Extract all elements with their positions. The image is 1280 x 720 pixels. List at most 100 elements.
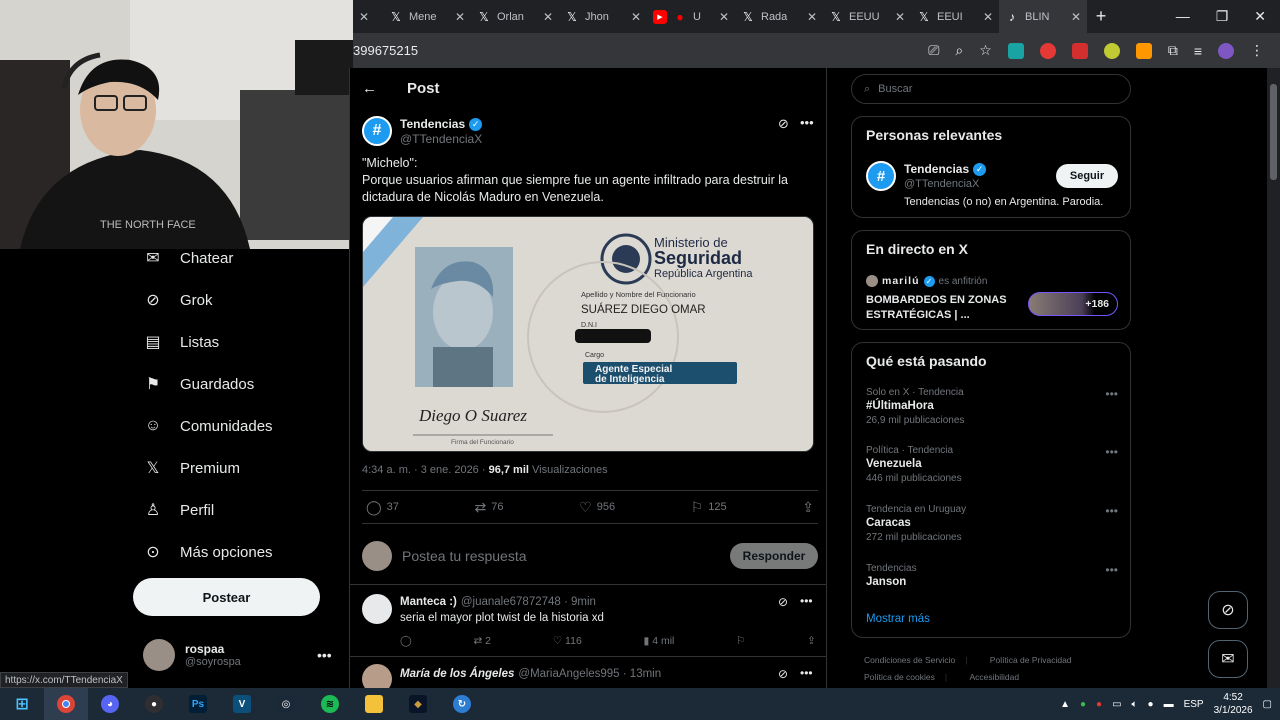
close-tab-icon[interactable]: ✕ (983, 10, 993, 24)
extension-icon[interactable] (1007, 42, 1024, 59)
footer-link[interactable]: Accesibilidad (969, 672, 1019, 682)
more-icon[interactable]: ••• (1105, 445, 1118, 459)
browser-tab[interactable]: 𝕏 Mene ✕ (383, 0, 471, 33)
more-icon[interactable]: ••• (800, 115, 814, 130)
extension-icon[interactable] (1103, 42, 1120, 59)
taskbar-chrome[interactable] (44, 688, 88, 720)
extension-icon[interactable] (1039, 42, 1056, 59)
taskbar-launcher[interactable]: ↻ (440, 688, 484, 720)
reply-avatar[interactable] (362, 664, 392, 688)
close-tab-icon[interactable]: ✕ (807, 10, 817, 24)
reply-submit-button[interactable]: Responder (730, 543, 818, 569)
close-tab-icon[interactable]: ✕ (543, 10, 553, 24)
repost-button[interactable]: ⇄ 2 (473, 635, 491, 647)
browser-tab[interactable]: ▶ ● U ✕ (647, 0, 735, 33)
language-indicator[interactable]: ESP (1184, 699, 1204, 710)
browser-tab[interactable]: 𝕏 EEUU ✕ (823, 0, 911, 33)
trend-item[interactable]: Solo en X · Tendencia #ÚltimaHora 26,9 m… (866, 387, 1118, 426)
show-more-link[interactable]: Mostrar más (866, 613, 930, 625)
clock[interactable]: 4:52 3/1/2026 (1214, 691, 1253, 717)
close-tab-icon[interactable]: ✕ (1071, 10, 1081, 24)
taskbar-obs[interactable]: ● (132, 688, 176, 720)
nav-item-grok[interactable]: ⊘ Grok (144, 291, 212, 310)
reply-author-handle[interactable]: @MariaAngeles995 · 13min (518, 668, 661, 680)
nav-item-bookmarks[interactable]: ⚑ Guardados (144, 375, 254, 394)
author-avatar[interactable]: # (362, 116, 392, 146)
footer-link[interactable]: Política de cookies (864, 672, 935, 682)
more-icon[interactable]: ••• (1105, 563, 1118, 577)
browser-tab[interactable]: 𝕏 Rada ✕ (735, 0, 823, 33)
tweet-image[interactable]: Ministerio de Seguridad República Argent… (362, 216, 814, 452)
taskbar-spotify[interactable]: ≋ (308, 688, 352, 720)
reply-author-name[interactable]: Manteca :) (400, 596, 457, 608)
nav-item-chat[interactable]: ✉ Chatear (144, 249, 233, 268)
like-button[interactable]: ♡ 116 (553, 635, 582, 647)
reply-button[interactable]: ◯ 37 (366, 499, 399, 516)
browser-tab[interactable]: 𝕏 Jhon ✕ (559, 0, 647, 33)
reply-author-handle[interactable]: @juanale67872748 · 9min (461, 596, 596, 608)
battery-icon[interactable]: ▬ (1164, 699, 1174, 710)
taskbar-steam[interactable]: ◎ (264, 688, 308, 720)
repost-button[interactable]: ⇄ 76 (475, 499, 504, 516)
chevron-up-icon[interactable]: ▲ (1060, 699, 1070, 710)
tweet-timestamp[interactable]: 4:34 a. m. · 3 ene. 2026 · (362, 464, 486, 476)
volume-icon[interactable]: 🔈︎ (1132, 699, 1138, 710)
browser-tab[interactable]: 𝕏 EEUI ✕ (911, 0, 999, 33)
close-tab-icon[interactable]: ✕ (719, 10, 729, 24)
live-host[interactable]: marilú ✓ es anfitrión (866, 275, 987, 287)
scrollbar-thumb[interactable] (1270, 84, 1277, 180)
reply-avatar[interactable] (362, 594, 392, 624)
reply-author-name[interactable]: María de los Ángeles (400, 668, 514, 680)
bookmark-button[interactable]: ⚐ 125 (691, 499, 727, 516)
author-name[interactable]: Tendencias ✓ (400, 117, 483, 131)
nav-item-profile[interactable]: ♙ Perfil (144, 501, 214, 520)
grok-icon[interactable]: ⊘ (778, 667, 788, 681)
bookmark-button[interactable]: ⚐ (736, 635, 745, 647)
url-field[interactable]: 399675215 (353, 43, 418, 58)
browser-tab[interactable]: 𝕏 Orlan ✕ (471, 0, 559, 33)
post-button[interactable]: Postear (133, 578, 320, 616)
more-icon[interactable]: ••• (800, 666, 813, 680)
cast-icon[interactable]: ⎚ (928, 42, 939, 59)
grok-fab-button[interactable]: ⊘ (1208, 591, 1248, 629)
reply-button[interactable]: ◯ (400, 635, 412, 647)
relevant-name[interactable]: Tendencias ✓ (904, 162, 987, 176)
views-button[interactable]: ▮ 4 mil (643, 635, 674, 647)
taskbar-vegas[interactable]: V (220, 688, 264, 720)
network-icon[interactable]: ▭ (1112, 699, 1121, 710)
browser-tab[interactable]: ✕ (353, 0, 383, 33)
puzzle-icon[interactable]: ⧉ (1168, 42, 1178, 59)
menu-icon[interactable]: ⋮ (1250, 42, 1264, 59)
taskbar-discord[interactable]: ◕ (88, 688, 132, 720)
browser-tab-active[interactable]: ♪ BLIN ✕ (999, 0, 1087, 33)
nav-item-communities[interactable]: ☺ Comunidades (144, 417, 273, 435)
more-icon[interactable]: ••• (1105, 387, 1118, 401)
new-tab-button[interactable]: + (1087, 6, 1115, 27)
more-icon[interactable]: ••• (317, 647, 332, 663)
close-tab-icon[interactable]: ✕ (631, 10, 641, 24)
nav-item-more[interactable]: ⊙ Más opciones (144, 543, 272, 562)
more-icon[interactable]: ••• (800, 594, 813, 608)
relevant-handle[interactable]: @TTendenciaX (904, 178, 979, 190)
reply-input[interactable]: Postea tu respuesta (402, 548, 720, 564)
app-tray-icon[interactable]: ● (1080, 699, 1086, 710)
trend-item[interactable]: Tendencias Janson ••• (866, 563, 1118, 588)
nav-item-premium[interactable]: 𝕏 Premium (144, 459, 240, 478)
messages-fab-button[interactable]: ✉ (1208, 640, 1248, 678)
microphone-icon[interactable]: ● (1148, 699, 1154, 710)
avatar[interactable]: # (866, 161, 896, 191)
like-button[interactable]: ♡ 956 (579, 499, 615, 516)
trend-item[interactable]: Política · Tendencia Venezuela 446 mil p… (866, 445, 1118, 484)
account-switcher[interactable]: rospaa @soyrospa (143, 639, 241, 671)
follow-button[interactable]: Seguir (1056, 164, 1118, 188)
media-icon[interactable]: ≡ (1194, 43, 1202, 59)
footer-link[interactable]: Condiciones de Servicio (864, 655, 955, 665)
share-button[interactable]: ⇪ (807, 635, 816, 647)
trend-item[interactable]: Tendencia en Uruguay Caracas 272 mil pub… (866, 504, 1118, 543)
profile-icon[interactable] (1218, 42, 1234, 59)
share-button[interactable]: ⇪ (802, 499, 814, 516)
shield-icon[interactable]: ● (1096, 699, 1102, 710)
start-button[interactable]: ⊞ (0, 688, 44, 720)
notifications-icon[interactable]: ▢ (1263, 699, 1272, 710)
star-icon[interactable]: ☆ (979, 42, 992, 59)
